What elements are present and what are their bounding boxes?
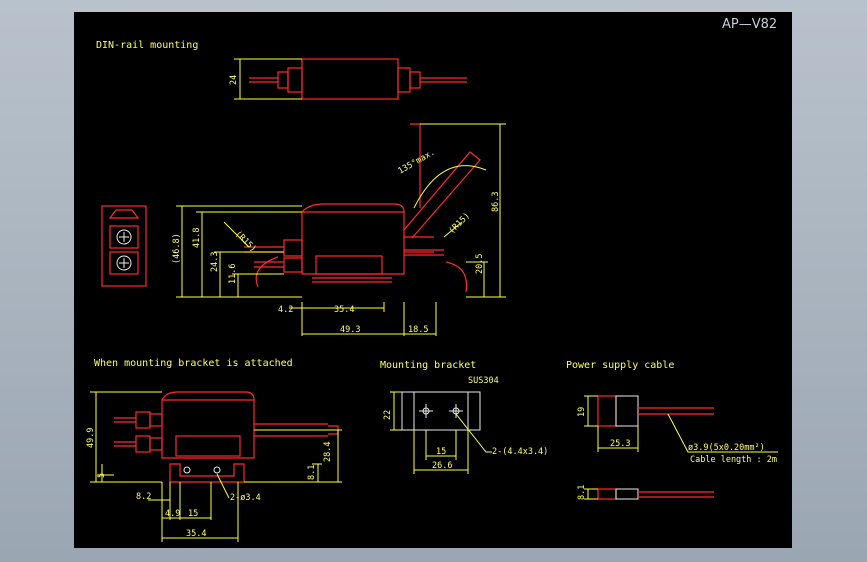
dim-18-5: 18.5 — [408, 325, 428, 335]
dim-8-1: 8.1 — [307, 465, 317, 480]
dim-35-4: 35.4 — [334, 305, 354, 315]
din-rail-title: DIN-rail mounting — [96, 40, 198, 51]
dim-25-3: 25.3 — [610, 439, 630, 449]
din-rail-view: DIN-rail mounting 24 (46.8) 41.8 24.3 11… — [96, 40, 506, 336]
dim-28-4: 28.4 — [323, 442, 333, 462]
bracket-attached-view: When mounting bracket is attached 49.9 2… — [86, 358, 342, 542]
dim-135-max: 135°max. — [397, 147, 437, 176]
mounting-bracket-view: Mounting bracket SUS304 22 15 26.6 2-(4.… — [380, 360, 548, 474]
din-front-view: (46.8) 41.8 24.3 11.6 (R15) (R15) 135°ma… — [172, 123, 506, 336]
dim-22: 22 — [383, 410, 393, 420]
dim-r15-left: (R15) — [233, 229, 258, 254]
bracket-attached-title: When mounting bracket is attached — [94, 358, 293, 369]
cable-length: Cable length : 2m — [690, 455, 777, 465]
dim-11-6: 11.6 — [228, 264, 238, 284]
mounting-bracket-title: Mounting bracket — [380, 360, 476, 371]
dim-26-6: 26.6 — [432, 461, 452, 471]
dim-8-1-cable: 8.1 — [577, 485, 587, 500]
dim-19: 19 — [577, 407, 587, 417]
power-cable-view: Power supply cable 19 25.3 ø3.9(5x0.20mm… — [566, 360, 778, 500]
dim-49-3: 49.3 — [340, 325, 360, 335]
dim-r15-right: (R15) — [447, 211, 472, 236]
dim-15: 15 — [188, 509, 198, 519]
dim-5: 5 — [97, 473, 107, 478]
dim-4-2: 4.2 — [278, 305, 293, 315]
dim-8-2: 8.2 — [136, 492, 151, 502]
dim-hole-3-4: 2-ø3.4 — [230, 493, 261, 503]
dim-86-3: 86.3 — [491, 192, 501, 212]
cad-drawing-viewport[interactable]: AP—V82 DIN-rail mounting 24 (46.8) 41.8 … — [74, 12, 792, 548]
dim-slot: 2-(4.4x3.4) — [492, 447, 548, 457]
dim-24-3: 24.3 — [210, 252, 220, 272]
dim-35-4-bottom: 35.4 — [186, 529, 206, 539]
dim-41-8: 41.8 — [192, 228, 202, 248]
cable-spec: ø3.9(5x0.20mm²) — [688, 443, 765, 453]
cad-drawing: AP—V82 DIN-rail mounting 24 (46.8) 41.8 … — [86, 17, 778, 542]
din-terminal-view — [101, 205, 147, 287]
din-top-view: 24 — [229, 58, 467, 100]
dim-46-8: (46.8) — [172, 233, 182, 264]
power-cable-title: Power supply cable — [566, 360, 674, 371]
dim-15-bracket: 15 — [436, 447, 446, 457]
dim-4-9: 4.9 — [165, 509, 180, 519]
material-label: SUS304 — [468, 376, 499, 386]
dim-20-5: 20.5 — [475, 254, 485, 274]
dim-24: 24 — [229, 75, 239, 85]
dim-49-9: 49.9 — [86, 428, 96, 448]
drawing-code: AP—V82 — [722, 17, 777, 32]
